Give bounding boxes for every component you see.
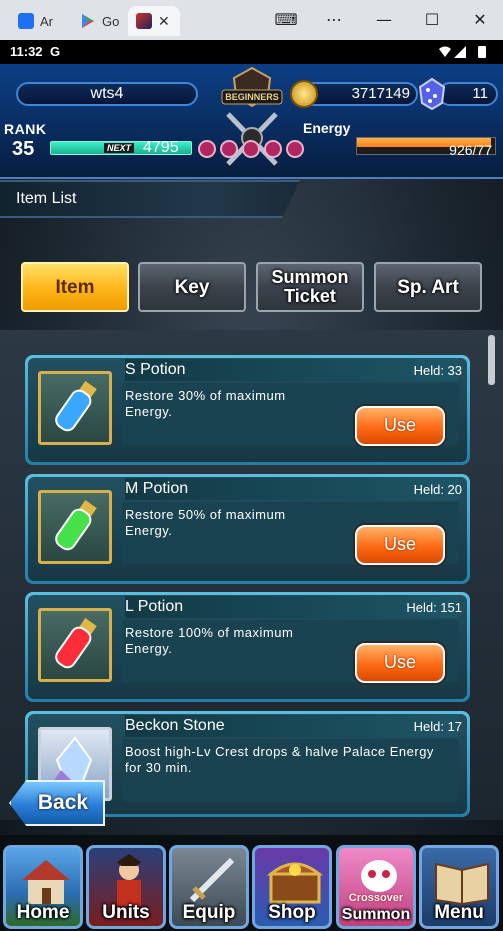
item-card-m-potion: M Potion Held: 20 Restore 50% of maximum…	[25, 474, 470, 584]
energy-value: 926/77	[449, 142, 492, 158]
more-options-icon[interactable]: ⋯	[322, 8, 346, 32]
tab-label: Ar	[40, 13, 53, 29]
item-icon-frame	[38, 490, 112, 564]
emblem-text: BEGINNERS	[225, 92, 279, 102]
maximize-icon[interactable]: ☐	[420, 8, 444, 32]
nav-label: Equip	[182, 902, 236, 923]
item-description: Restore 100% of maximum Energy.	[125, 625, 294, 656]
tab-summon-ticket[interactable]: Summon Ticket	[256, 262, 364, 312]
gem-icon	[418, 78, 446, 110]
next-exp-value: 4795	[143, 139, 179, 156]
tab-label: Sp. Art	[397, 276, 459, 298]
close-window-icon[interactable]: ✕	[468, 8, 492, 32]
item-description: Restore 30% of maximum Energy.	[125, 388, 286, 419]
item-icon-frame	[38, 371, 112, 445]
item-held-count: Held: 151	[406, 600, 462, 615]
rank-value: 35	[12, 138, 35, 160]
nav-equip[interactable]: Equip	[169, 845, 249, 929]
orb-icons	[198, 140, 304, 158]
tab-label: Item	[55, 276, 95, 298]
nav-menu[interactable]: Menu	[419, 845, 499, 929]
nav-label: Home	[16, 902, 70, 923]
item-name: S Potion	[125, 359, 458, 381]
item-name: M Potion	[125, 478, 458, 500]
use-button[interactable]: Use	[355, 643, 445, 683]
house-icon	[22, 860, 70, 904]
rank-orbs	[196, 138, 306, 160]
potion-icon	[55, 618, 97, 669]
browser-tab-strip: Ar Go ✕ ⌨ ⋯ — ☐ ✕	[0, 0, 503, 40]
nav-shop[interactable]: Shop	[252, 845, 332, 929]
summon-creature-icon	[361, 860, 397, 892]
tab-label: Key	[174, 276, 210, 298]
gem-counter: 11	[438, 82, 498, 106]
item-card-l-potion: L Potion Held: 151 Restore 100% of maxim…	[25, 592, 470, 702]
signal-battery-icons	[439, 46, 486, 58]
game-icon	[136, 13, 152, 29]
nav-units[interactable]: Units	[86, 845, 166, 929]
nav-label: Shop	[268, 902, 316, 923]
status-bar: 11:32 G	[0, 40, 503, 64]
use-button[interactable]: Use	[355, 406, 445, 446]
close-tab-icon[interactable]: ✕	[158, 13, 170, 30]
rank-label: RANK	[4, 121, 47, 137]
tab-label: Go	[102, 13, 120, 29]
player-name: wts4	[16, 82, 198, 106]
item-held-count: Held: 33	[413, 363, 462, 378]
minimize-icon[interactable]: —	[372, 8, 396, 32]
tab-key[interactable]: Key	[138, 262, 246, 312]
treasure-chest-icon	[266, 862, 324, 904]
next-label: NEXT	[104, 143, 135, 153]
status-time: 11:32	[10, 44, 43, 59]
sword-icon	[189, 857, 235, 903]
potion-icon	[55, 500, 97, 551]
tab-sp-art[interactable]: Sp. Art	[374, 262, 482, 312]
nav-summon[interactable]: Crossover Summon	[336, 845, 416, 929]
item-description: Restore 50% of maximum Energy.	[125, 507, 286, 538]
nav-label: Summon	[341, 906, 411, 923]
tab-label: Summon Ticket	[271, 267, 349, 306]
nav-sublabel: Crossover	[348, 892, 404, 904]
use-button[interactable]: Use	[355, 525, 445, 565]
item-icon-frame	[38, 608, 112, 682]
book-icon	[435, 862, 489, 906]
tab-item[interactable]: Item	[21, 262, 129, 312]
page-title: Item List	[16, 190, 77, 207]
gold-coin-icon	[290, 80, 318, 108]
hero-icon	[117, 854, 141, 906]
item-card-s-potion: S Potion Held: 33 Restore 30% of maximum…	[25, 355, 470, 465]
play-store-icon	[82, 14, 94, 28]
item-held-count: Held: 17	[413, 719, 462, 734]
nav-home[interactable]: Home	[3, 845, 83, 929]
browser-tab-1[interactable]: Ar	[10, 6, 68, 36]
app-icon	[18, 13, 34, 29]
scrollbar-thumb[interactable]	[488, 335, 495, 385]
item-name: Beckon Stone	[125, 715, 458, 737]
nav-label: Menu	[434, 902, 484, 923]
item-held-count: Held: 20	[413, 482, 462, 497]
status-carrier: G	[50, 44, 61, 59]
potion-icon	[55, 381, 97, 432]
back-button[interactable]: Back	[9, 780, 105, 826]
energy-label: Energy	[303, 120, 351, 136]
browser-tab-3-active[interactable]: ✕	[128, 6, 180, 36]
browser-tab-2[interactable]: Go	[72, 6, 124, 36]
keyboard-icon[interactable]: ⌨	[274, 8, 298, 32]
item-description: Boost high-Lv Crest drops & halve Palace…	[125, 744, 434, 775]
nav-label: Units	[102, 902, 150, 923]
